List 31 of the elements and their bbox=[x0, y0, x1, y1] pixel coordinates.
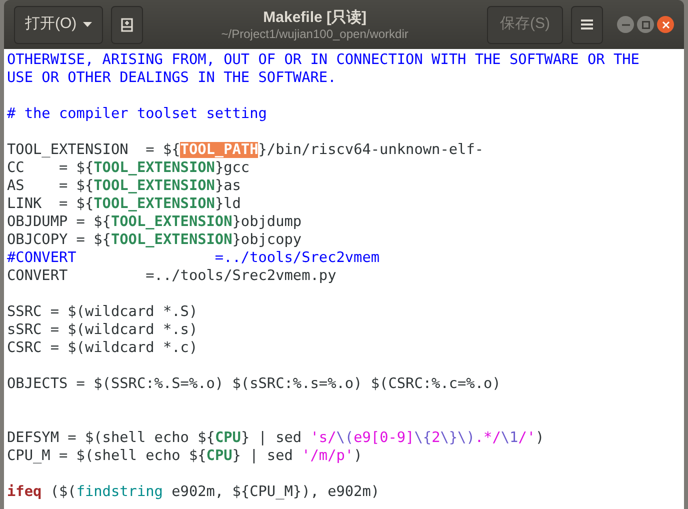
menu-button[interactable] bbox=[571, 6, 603, 44]
close-icon bbox=[662, 20, 670, 28]
code-line: sSRC = $(wildcard *.s) bbox=[7, 321, 198, 339]
open-button[interactable]: 打开(O) bbox=[14, 6, 103, 44]
window-title: Makefile [只读] bbox=[263, 8, 367, 26]
code-line: SSRC = $(wildcard *.S) bbox=[7, 303, 198, 321]
minimize-icon bbox=[622, 24, 630, 26]
code-line: OBJCOPY = ${TOOL_EXTENSION}objcopy bbox=[7, 231, 302, 249]
caret-icon bbox=[82, 22, 92, 27]
code-line: OBJDUMP = ${TOOL_EXTENSION}objdump bbox=[7, 213, 302, 231]
close-button[interactable] bbox=[657, 16, 674, 33]
code-line: USE OR OTHER DEALINGS IN THE SOFTWARE. bbox=[7, 69, 336, 87]
code-line: ifeq ($(findstring e902m, ${CPU_M}), e902m) bbox=[7, 483, 380, 501]
code-line: DEFSYM = $(shell echo ${CPU} | sed 's/\(e9[0-9]\{2\}\).*/\1/') bbox=[7, 429, 544, 447]
code-line: #CONVERT =../tools/Srec2vmem bbox=[7, 249, 380, 267]
menu-icon bbox=[581, 19, 593, 30]
code-line: OBJECTS = $(SSRC:%.S=%.o) $(sSRC:%.s=%.o) $(CSRC:%.c=%.o) bbox=[7, 375, 501, 393]
code-line: CONVERT =../tools/Srec2vmem.py bbox=[7, 267, 336, 285]
code-line: CC = ${TOOL_EXTENSION}gcc bbox=[7, 159, 250, 177]
file-path: ~/Project1/wujian100_open/workdir bbox=[221, 26, 408, 42]
new-document-icon bbox=[120, 18, 134, 32]
maximize-icon bbox=[642, 20, 650, 28]
minimize-button[interactable] bbox=[617, 16, 634, 33]
code-line: CSRC = $(wildcard *.c) bbox=[7, 339, 198, 357]
code-line: CPU_M = $(shell echo ${CPU} | sed '/m/p') bbox=[7, 447, 362, 465]
code-line: TOOL_EXTENSION = ${TOOL_PATH}/bin/riscv64-unknown-elf- bbox=[7, 141, 484, 159]
code-line: AS = ${TOOL_EXTENSION}as bbox=[7, 177, 241, 195]
code-line: # the compiler toolset setting bbox=[7, 105, 267, 123]
code-line: LINK = ${TOOL_EXTENSION}ld bbox=[7, 195, 241, 213]
new-tab-button[interactable] bbox=[110, 6, 143, 44]
code-line: OTHERWISE, ARISING FROM, OUT OF OR IN CONNECTION WITH THE SOFTWARE OR THE bbox=[7, 51, 640, 69]
